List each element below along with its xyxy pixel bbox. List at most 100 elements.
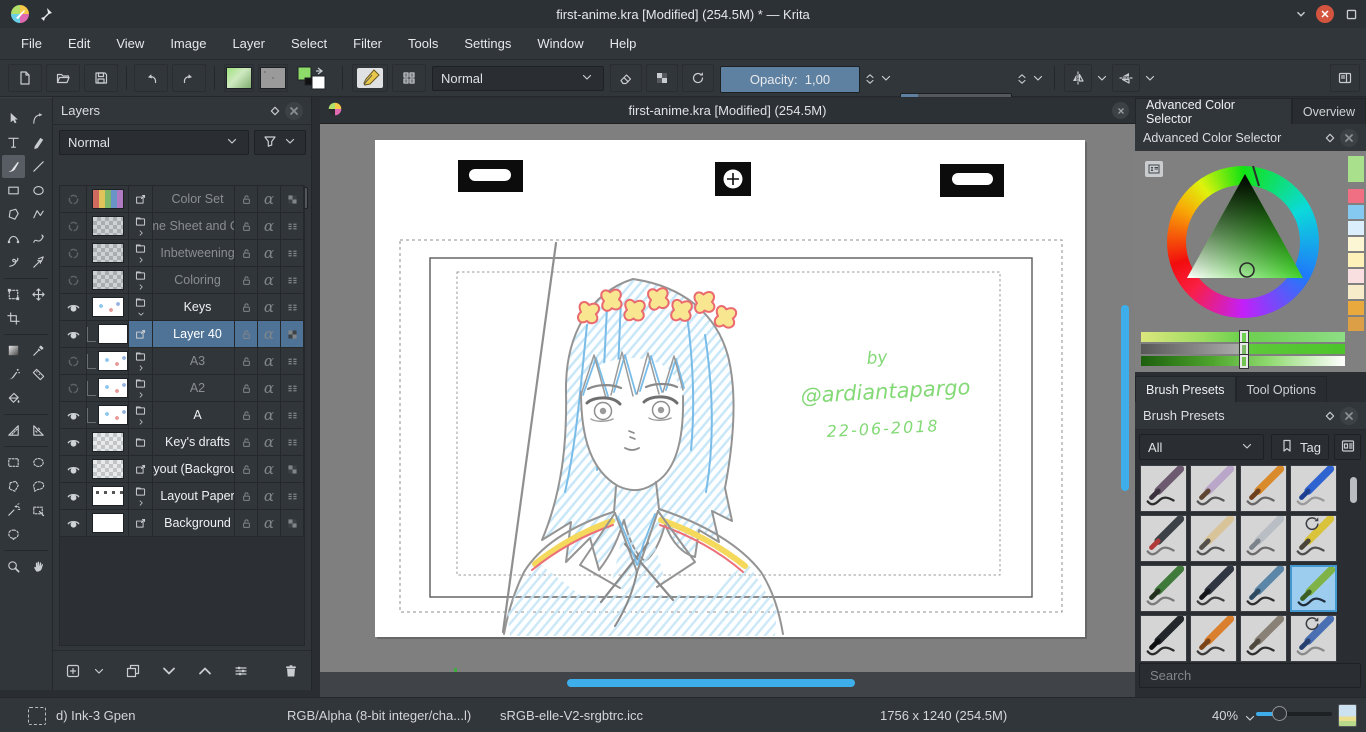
layer-blending-mode-combo[interactable]: Normal [59, 130, 249, 155]
layer-inherit-alpha-icon[interactable] [281, 483, 304, 509]
layer-name[interactable]: Layout Paper [153, 483, 235, 509]
brush-preset[interactable] [1240, 465, 1287, 512]
menu-image[interactable]: Image [157, 28, 219, 59]
close-docker-icon[interactable] [1340, 129, 1358, 147]
layer-row[interactable]: Coloringα [60, 267, 304, 294]
brush-preset[interactable] [1290, 615, 1337, 662]
brush-preset[interactable] [1140, 565, 1187, 612]
gradient-chooser-button[interactable] [224, 64, 254, 92]
menu-layer[interactable]: Layer [219, 28, 278, 59]
layer-name[interactable]: A [153, 402, 235, 428]
group-layer-icon[interactable] [129, 267, 153, 293]
mirror-vertical-button[interactable] [1112, 64, 1140, 92]
layer-alpha-icon[interactable]: α [258, 294, 281, 320]
transform-tool[interactable] [2, 283, 25, 306]
layer-properties-button[interactable] [233, 663, 249, 679]
layer-visible-icon[interactable] [60, 456, 87, 482]
tab-overview[interactable]: Overview [1292, 98, 1366, 124]
menu-filter[interactable]: Filter [340, 28, 395, 59]
tag-button[interactable]: Tag [1271, 434, 1329, 460]
brush-preset[interactable] [1190, 465, 1237, 512]
tag-filter-combo[interactable]: All [1139, 434, 1264, 460]
layer-lock-icon[interactable] [235, 213, 258, 239]
layer-name[interactable]: Key's drafts [153, 429, 235, 455]
advanced-color-selector[interactable] [1135, 151, 1366, 372]
group-layer-icon[interactable] [129, 375, 153, 401]
brush-preset[interactable] [1190, 615, 1237, 662]
layer-name[interactable]: Keys [153, 294, 235, 320]
layer-name[interactable]: Color Set [153, 186, 235, 212]
layer-alpha-icon[interactable]: α [258, 483, 281, 509]
menu-file[interactable]: File [8, 28, 55, 59]
layer-hidden-icon[interactable] [60, 186, 87, 212]
close-docker-icon[interactable] [285, 102, 303, 120]
mirror-horizontal-button[interactable] [1064, 64, 1092, 92]
layer-inherit-alpha-icon[interactable] [281, 429, 304, 455]
group-layer-icon[interactable] [129, 240, 153, 266]
move-tool[interactable] [27, 283, 50, 306]
preserve-alpha-button[interactable] [646, 64, 678, 92]
layer-alpha-icon[interactable]: α [258, 456, 281, 482]
float-docker-icon[interactable] [265, 101, 285, 121]
document-subwindow-titlebar[interactable]: first-anime.kra [Modified] (254.5M) [320, 98, 1135, 124]
layer-alpha-icon[interactable]: α [258, 402, 281, 428]
duplicate-layer-button[interactable] [125, 663, 141, 679]
zoom-slider[interactable] [1256, 712, 1332, 716]
layer-visible-icon[interactable] [60, 510, 87, 536]
layer-lock-icon[interactable] [235, 402, 258, 428]
layer-visible-icon[interactable] [60, 294, 87, 320]
polygon-select-tool[interactable] [2, 475, 25, 498]
close-document-icon[interactable] [1112, 102, 1129, 119]
menu-view[interactable]: View [103, 28, 157, 59]
sv-triangle[interactable] [1167, 166, 1319, 318]
layer-row[interactable]: Inbetweeningα [60, 240, 304, 267]
add-layer-button[interactable] [65, 663, 81, 679]
history-color-swatch[interactable] [1348, 237, 1364, 251]
layer-inherit-alpha-icon[interactable] [281, 348, 304, 374]
dynamic-brush-tool[interactable] [2, 251, 25, 274]
layer-lock-icon[interactable] [235, 321, 258, 347]
layer-lock-icon[interactable] [235, 456, 258, 482]
color-sampler-tool[interactable] [27, 339, 50, 362]
brush-preset[interactable] [1140, 515, 1187, 562]
brush-preset-selected[interactable] [1290, 565, 1337, 612]
brush-preset[interactable] [1290, 465, 1337, 512]
pattern-chooser-button[interactable] [258, 64, 288, 92]
calligraphy-tool[interactable] [27, 131, 50, 154]
close-docker-icon[interactable] [1340, 407, 1358, 425]
layer-inherit-alpha-icon[interactable] [281, 240, 304, 266]
horizontal-scrollbar[interactable] [567, 679, 855, 687]
layer-alpha-icon[interactable]: α [258, 429, 281, 455]
smart-patch-tool[interactable] [27, 363, 50, 386]
pan-tool[interactable] [27, 555, 50, 578]
blending-mode-combo[interactable]: Normal [432, 66, 604, 91]
ellipse-tool[interactable] [27, 179, 50, 202]
size-options-chevron[interactable] [1030, 70, 1046, 89]
edit-brush-settings-button[interactable] [352, 64, 388, 92]
assistants-tool[interactable] [2, 419, 25, 442]
group-layer-icon[interactable] [129, 348, 153, 374]
history-color-swatch[interactable] [1348, 285, 1364, 299]
workspace-chooser-button[interactable] [1330, 64, 1360, 92]
shade-gradient-bar[interactable] [1141, 344, 1345, 354]
menu-select[interactable]: Select [278, 28, 340, 59]
polyline-tool[interactable] [27, 203, 50, 226]
new-document-button[interactable] [8, 64, 42, 92]
group-layer-icon[interactable] [129, 213, 153, 239]
bezier-select-tool[interactable] [27, 499, 50, 522]
layer-name[interactable]: Time Sheet and Co... [153, 213, 235, 239]
window-shade-icon[interactable] [1292, 5, 1310, 23]
layer-row[interactable]: Layout Paper α [60, 483, 304, 510]
group-layer-icon[interactable] [129, 429, 153, 455]
brush-preset[interactable] [1140, 615, 1187, 662]
layer-row[interactable]: Backgroundα [60, 510, 304, 537]
layer-inherit-alpha-icon[interactable] [281, 402, 304, 428]
history-color-swatch[interactable] [1348, 269, 1364, 283]
layer-visible-icon[interactable] [60, 402, 87, 428]
undo-button[interactable] [134, 64, 168, 92]
edit-shapes-tool[interactable] [27, 107, 50, 130]
shade-gradient-bar[interactable] [1141, 332, 1345, 342]
layer-hidden-icon[interactable] [60, 348, 87, 374]
ellipse-select-tool[interactable] [27, 451, 50, 474]
layer-inherit-alpha-icon[interactable] [281, 294, 304, 320]
